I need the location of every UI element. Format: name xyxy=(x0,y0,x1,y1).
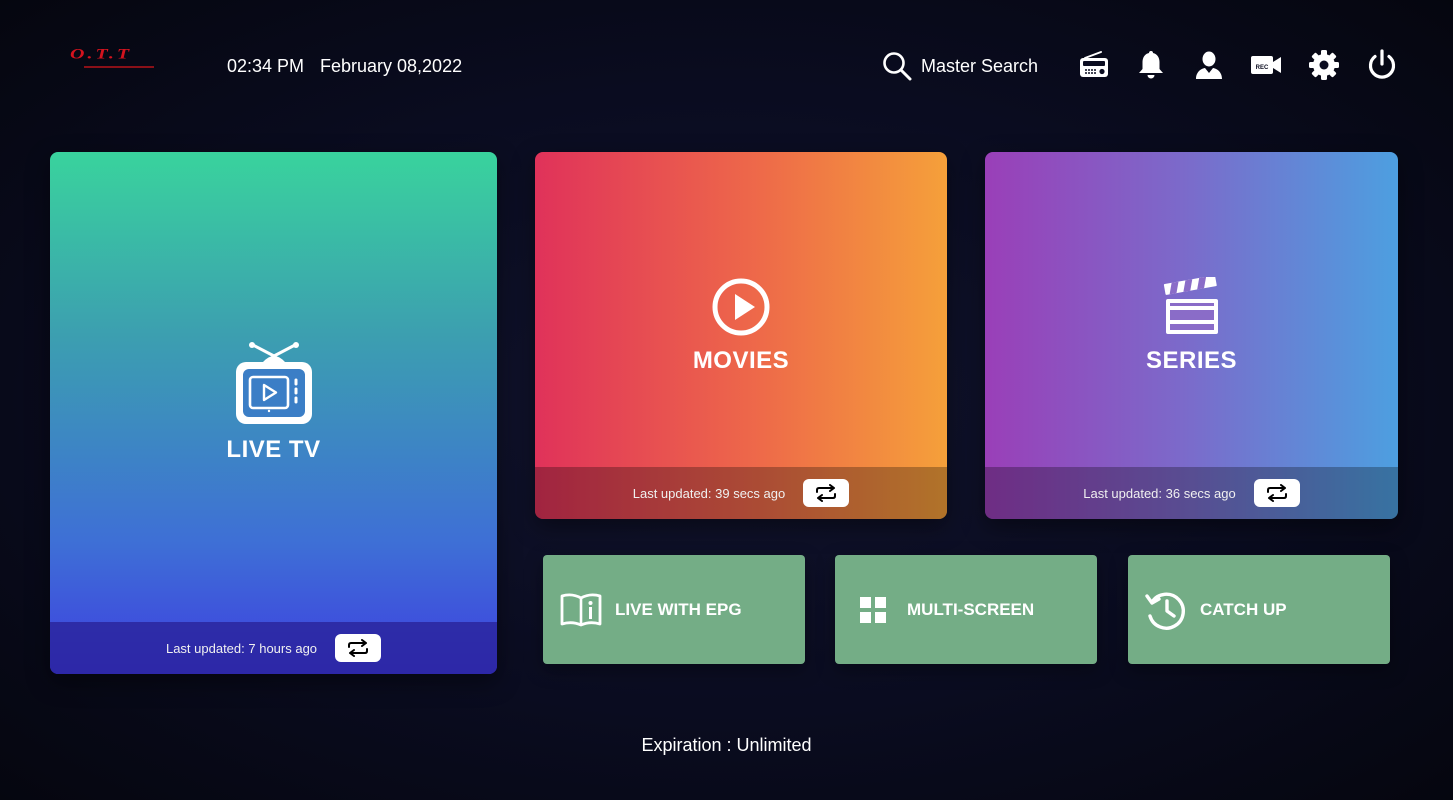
logo-text: O.T.T xyxy=(70,45,133,63)
logo-underline xyxy=(84,66,154,68)
movies-title: MOVIES xyxy=(692,347,790,374)
live-tv-last-updated: Last updated: 7 hours ago xyxy=(165,640,318,656)
master-search-label: Master Search xyxy=(921,55,1039,76)
live-with-epg-button[interactable]: LIVE WITH EPG xyxy=(543,555,805,664)
power-icon xyxy=(1368,49,1396,79)
user-icon xyxy=(1196,51,1222,79)
search-icon xyxy=(883,52,912,81)
notifications-button[interactable] xyxy=(1132,46,1170,84)
movies-tile[interactable]: MOVIES Last updated: 39 secs ago xyxy=(535,152,947,519)
multi-screen-label: MULTI-SCREEN xyxy=(907,599,1035,619)
live-tv-tile[interactable]: LIVE TV Last updated: 7 hours ago xyxy=(50,152,497,674)
series-title: SERIES xyxy=(1145,347,1238,374)
power-button[interactable] xyxy=(1363,46,1401,84)
movies-last-updated: Last updated: 39 secs ago xyxy=(632,485,786,501)
live-tv-refresh-button[interactable] xyxy=(335,634,382,662)
record-camera-icon: REC xyxy=(1251,56,1281,74)
movies-footer: Last updated: 39 secs ago xyxy=(535,467,947,519)
live-tv-title: LIVE TV xyxy=(226,436,321,463)
master-search-button[interactable]: Master Search xyxy=(881,50,1038,82)
movies-refresh-button[interactable] xyxy=(803,479,850,507)
catch-up-label: CATCH UP xyxy=(1200,599,1287,619)
play-circle-icon xyxy=(712,278,770,336)
live-tv-footer: Last updated: 7 hours ago xyxy=(50,622,497,674)
recordings-button[interactable]: REC xyxy=(1247,46,1285,84)
multi-screen-button[interactable]: MULTI-SCREEN xyxy=(835,555,1097,664)
tv-icon xyxy=(235,342,312,424)
app-logo: O.T.T xyxy=(70,45,166,72)
radio-button[interactable] xyxy=(1075,46,1113,84)
history-clock-icon xyxy=(1145,591,1185,630)
radio-icon xyxy=(1080,51,1108,77)
catch-up-button[interactable]: CATCH UP xyxy=(1128,555,1390,664)
refresh-icon xyxy=(816,484,837,502)
live-with-epg-label: LIVE WITH EPG xyxy=(615,599,742,619)
refresh-icon xyxy=(1266,484,1287,502)
series-refresh-button[interactable] xyxy=(1253,479,1300,507)
series-last-updated: Last updated: 36 secs ago xyxy=(1083,485,1236,501)
refresh-icon xyxy=(348,639,369,657)
series-footer: Last updated: 36 secs ago xyxy=(985,467,1398,519)
rec-badge-text: REC xyxy=(1256,65,1269,71)
gear-icon xyxy=(1309,50,1339,80)
profile-button[interactable] xyxy=(1190,46,1228,84)
book-info-icon xyxy=(560,592,602,626)
series-tile[interactable]: SERIES Last updated: 36 secs ago xyxy=(985,152,1398,519)
settings-button[interactable] xyxy=(1305,46,1343,84)
clapperboard-icon xyxy=(1163,277,1218,334)
expiration-status: Expiration : Unlimited xyxy=(641,735,812,755)
clock-date: February 08,2022 xyxy=(320,56,463,76)
clock-time: 02:34 PM xyxy=(227,56,305,76)
grid-icon xyxy=(860,596,886,623)
bell-icon xyxy=(1139,51,1163,79)
